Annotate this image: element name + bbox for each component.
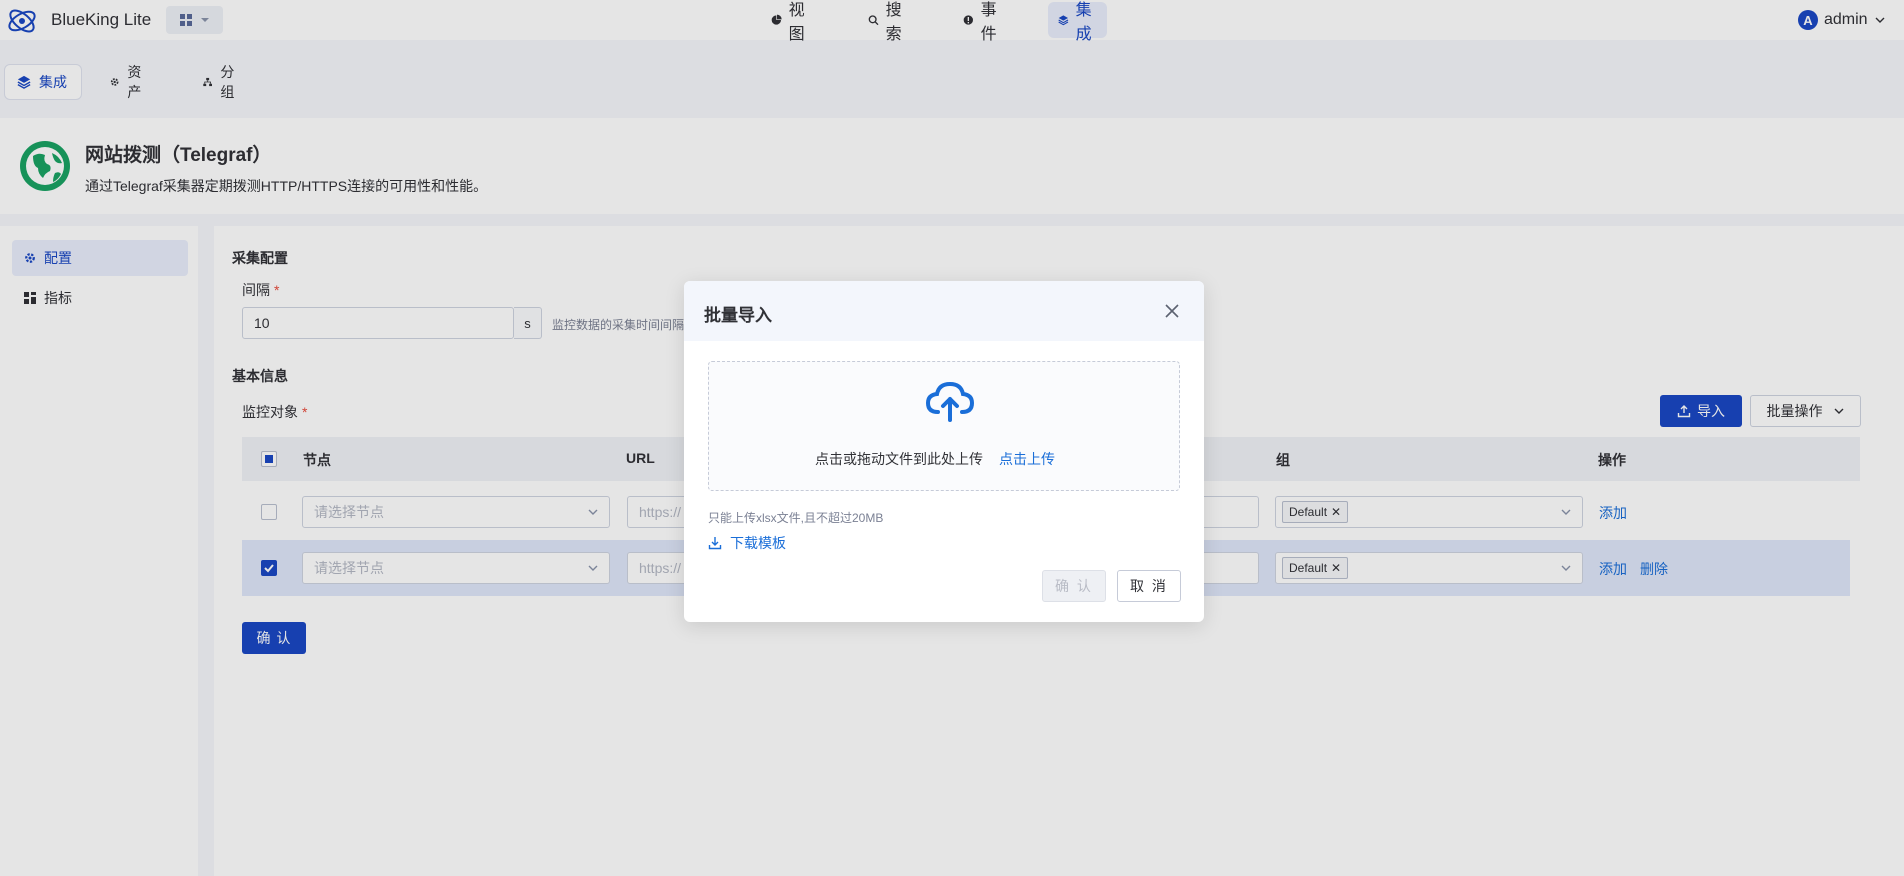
- dialog-confirm-button[interactable]: 确 认: [1042, 570, 1106, 602]
- close-icon[interactable]: [1162, 301, 1182, 321]
- upload-dropzone[interactable]: 点击或拖动文件到此处上传 点击上传: [708, 361, 1180, 491]
- dialog-title: 批量导入: [704, 306, 772, 325]
- download-icon: [708, 537, 722, 550]
- download-template-label: 下载模板: [730, 535, 786, 551]
- upload-hint: 只能上传xlsx文件,且不超过20MB: [708, 511, 884, 525]
- dialog-header: 批量导入: [684, 281, 1204, 341]
- batch-import-dialog: 批量导入 点击或拖动文件到此处上传 点击上传 只能上传xlsx文件,且不超过20…: [684, 281, 1204, 622]
- dialog-cancel-button[interactable]: 取 消: [1117, 570, 1181, 602]
- cloud-upload-icon: [925, 381, 975, 422]
- click-upload-link[interactable]: 点击上传: [999, 449, 1055, 469]
- dropzone-text: 点击或拖动文件到此处上传: [815, 451, 983, 467]
- download-template-link[interactable]: 下载模板: [708, 533, 786, 553]
